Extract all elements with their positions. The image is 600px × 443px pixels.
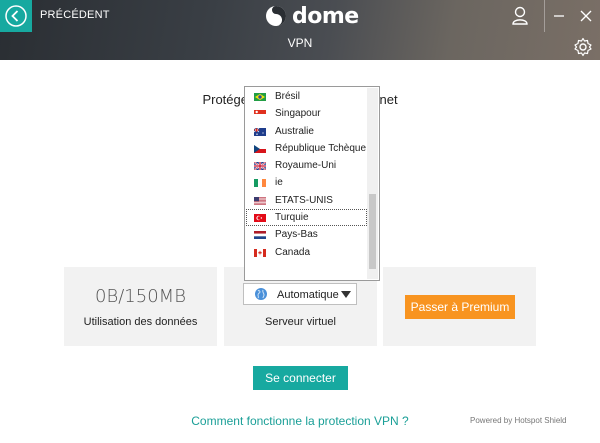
dropdown-scrollbar-thumb[interactable] bbox=[369, 194, 376, 269]
server-options: Brésil Singapour Australie République Tc… bbox=[246, 88, 367, 261]
user-icon bbox=[512, 6, 528, 25]
back-label[interactable]: PRÉCÉDENT bbox=[40, 9, 110, 21]
server-option-czech[interactable]: République Tchèque bbox=[246, 140, 367, 157]
server-option-label: ie bbox=[275, 177, 283, 189]
data-usage-value: 0B/150MB bbox=[95, 286, 186, 307]
globe-icon bbox=[255, 288, 267, 300]
server-option-label: Australie bbox=[275, 125, 314, 137]
server-option-label: Turquie bbox=[275, 212, 309, 224]
singapore-flag-icon bbox=[254, 110, 266, 119]
server-option-turkey[interactable]: Turquie bbox=[246, 209, 367, 227]
dropdown-scrollbar[interactable] bbox=[367, 88, 378, 279]
server-option-usa[interactable]: ETATS-UNIS bbox=[246, 192, 367, 209]
server-select[interactable]: Automatique bbox=[243, 283, 357, 305]
close-icon bbox=[580, 10, 592, 22]
data-usage-card: 0B/150MB Utilisation des données bbox=[64, 267, 217, 346]
minimize-icon bbox=[554, 15, 564, 17]
page-subtitle: VPN bbox=[287, 36, 313, 50]
logo-text: dome bbox=[292, 3, 359, 29]
server-option-canada[interactable]: Canada bbox=[246, 244, 367, 261]
server-option-label: ETATS-UNIS bbox=[275, 194, 333, 206]
connect-button[interactable]: Se connecter bbox=[253, 366, 348, 390]
server-option-label: Pays-Bas bbox=[275, 229, 318, 241]
dome-logo: dome bbox=[264, 3, 359, 29]
server-option-australia[interactable]: Australie bbox=[246, 123, 367, 140]
server-option-label: Brésil bbox=[275, 91, 301, 102]
turkey-flag-icon bbox=[254, 214, 266, 223]
server-option-brazil[interactable]: Brésil bbox=[246, 88, 367, 105]
server-option-singapore[interactable]: Singapour bbox=[246, 105, 367, 122]
gear-icon bbox=[574, 37, 592, 57]
server-option-label: Canada bbox=[275, 246, 311, 258]
close-button[interactable] bbox=[572, 0, 600, 32]
back-button[interactable] bbox=[0, 0, 32, 32]
back-arrow-icon bbox=[5, 5, 27, 27]
server-option-netherlands[interactable]: Pays-Bas bbox=[246, 226, 367, 243]
server-dropdown-list[interactable]: Brésil Singapour Australie République Tc… bbox=[244, 86, 380, 281]
server-option-label: Singapour bbox=[275, 108, 321, 120]
australia-flag-icon bbox=[254, 127, 266, 136]
powered-by-text: Powered by Hotspot Shield bbox=[470, 416, 567, 425]
server-caption: Serveur virtuel bbox=[265, 316, 336, 328]
server-select-value: Automatique bbox=[277, 289, 339, 301]
uk-flag-icon bbox=[254, 162, 266, 171]
usa-flag-icon bbox=[254, 196, 266, 205]
server-option-label: République Tchèque bbox=[275, 142, 367, 154]
premium-card: Passer à Premium bbox=[383, 267, 536, 346]
data-usage-caption: Utilisation des données bbox=[83, 316, 198, 328]
server-option-label: Royaume-Uni bbox=[275, 160, 337, 172]
brazil-flag-icon bbox=[254, 93, 266, 101]
panda-logo-icon bbox=[266, 6, 286, 26]
settings-button[interactable] bbox=[573, 37, 593, 62]
upgrade-premium-button[interactable]: Passer à Premium bbox=[405, 295, 515, 319]
netherlands-flag-icon bbox=[254, 231, 266, 240]
czech-flag-icon bbox=[254, 144, 266, 153]
chevron-down-icon bbox=[341, 291, 351, 298]
ireland-flag-icon bbox=[254, 179, 266, 188]
server-option-ireland[interactable]: ie bbox=[246, 174, 367, 191]
account-button[interactable] bbox=[506, 0, 534, 32]
canada-flag-icon bbox=[254, 248, 266, 257]
server-option-uk[interactable]: Royaume-Uni bbox=[246, 157, 367, 174]
title-bar: PRÉCÉDENT dome VPN bbox=[0, 0, 600, 60]
minimize-button[interactable] bbox=[544, 0, 572, 32]
